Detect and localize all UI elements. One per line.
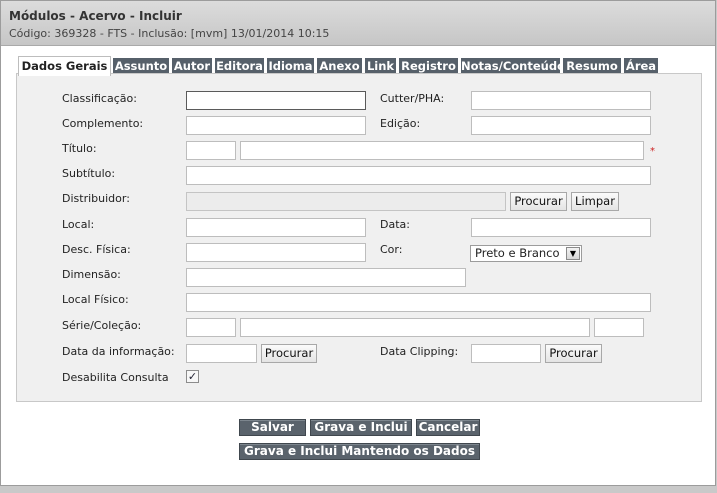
label-edicao: Edição: [380,117,421,130]
label-titulo: Título: [62,142,97,155]
serie-input[interactable] [240,318,590,337]
distribuidor-limpar-button[interactable]: Limpar [571,192,619,211]
data-input[interactable] [471,218,651,237]
label-cor: Cor: [380,243,403,256]
edicao-input[interactable] [471,116,651,135]
distribuidor-input [186,192,506,211]
data-informacao-procurar-button[interactable]: Procurar [261,344,317,363]
data-clipping-procurar-button[interactable]: Procurar [545,344,602,363]
label-serie: Série/Coleção: [62,319,142,332]
distribuidor-procurar-button[interactable]: Procurar [510,192,567,211]
local-input[interactable] [186,218,366,237]
desabilita-consulta-checkbox[interactable]: ✓ [186,370,199,383]
label-data: Data: [380,218,410,231]
grava-inclui-button[interactable]: Grava e Inclui [310,419,412,436]
label-classificacao: Classificação: [62,92,137,105]
label-distribuidor: Distribuidor: [62,192,130,205]
window-header: Módulos - Acervo - Incluir Código: 36932… [1,1,715,46]
desc-fisica-input[interactable] [186,243,366,262]
tab-dados-gerais[interactable]: Dados Gerais [18,56,111,76]
label-cutter: Cutter/PHA: [380,92,445,105]
chevron-down-icon[interactable]: ▼ [566,247,580,260]
cancelar-button[interactable]: Cancelar [416,419,480,436]
label-local: Local: [62,218,95,231]
cutter-input[interactable] [471,91,651,110]
grava-inclui-mantendo-button[interactable]: Grava e Inclui Mantendo os Dados [239,443,480,460]
required-mark: * [650,146,655,157]
label-dimensao: Dimensão: [62,268,121,281]
label-desc-fisica: Desc. Física: [62,243,131,256]
subtitulo-input[interactable] [186,166,651,185]
serie-suffix-input[interactable] [594,318,644,337]
local-fisico-input[interactable] [186,293,651,312]
label-data-informacao: Data da informação: [62,345,175,358]
cor-select[interactable]: Preto e Branco ▼ [470,245,582,262]
complemento-input[interactable] [186,116,366,135]
page-title: Módulos - Acervo - Incluir [9,9,182,23]
label-desabilita-consulta: Desabilita Consulta [62,371,169,384]
classificacao-input[interactable] [186,91,366,110]
label-data-clipping: Data Clipping: [380,345,459,358]
label-local-fisico: Local Físico: [62,293,129,306]
serie-prefix-input[interactable] [186,318,236,337]
label-subtitulo: Subtítulo: [62,167,116,180]
label-complemento: Complemento: [62,117,144,130]
data-clipping-input[interactable] [471,344,541,363]
titulo-input[interactable] [240,141,644,160]
dimensao-input[interactable] [186,268,466,287]
data-informacao-input[interactable] [186,344,257,363]
cor-select-value: Preto e Branco [475,246,560,260]
titulo-prefix-input[interactable] [186,141,236,160]
record-info: Código: 369328 - FTS - Inclusão: [mvm] 1… [9,27,330,40]
salvar-button[interactable]: Salvar [239,419,306,436]
